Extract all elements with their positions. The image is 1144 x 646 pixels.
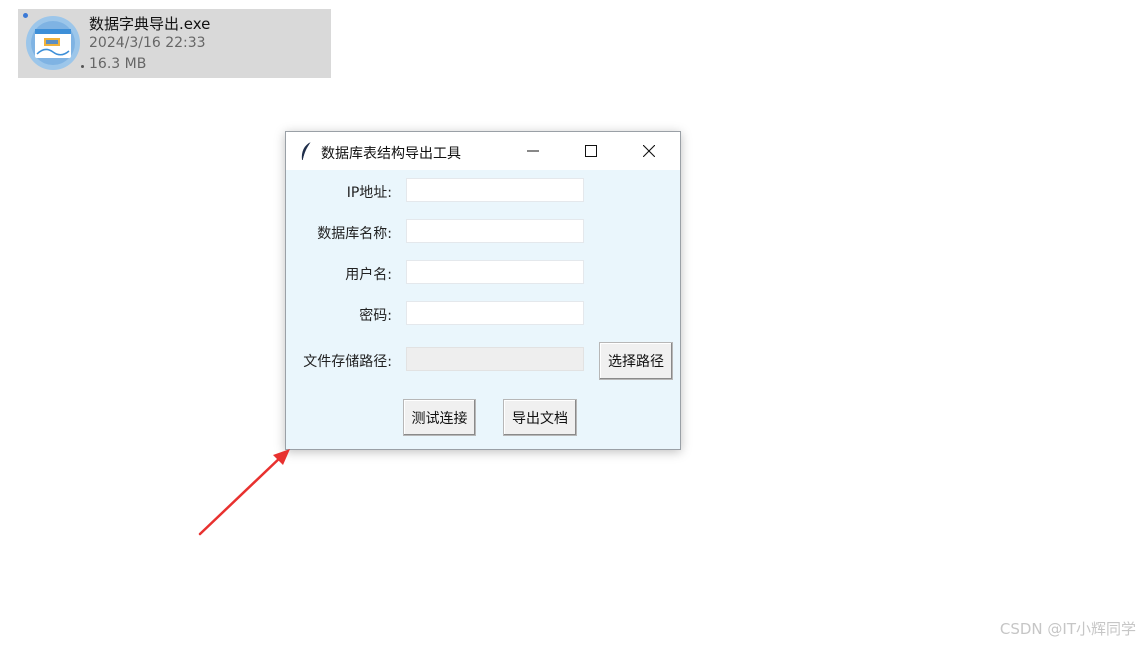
export-document-button[interactable]: 导出文档 xyxy=(503,399,577,436)
username-label: 用户名: xyxy=(345,267,392,283)
title-bar[interactable]: 数据库表结构导出工具 xyxy=(286,132,680,170)
database-name-input[interactable] xyxy=(406,219,584,243)
test-connection-button[interactable]: 测试连接 xyxy=(403,399,476,436)
minimize-button[interactable] xyxy=(504,132,562,170)
close-icon xyxy=(643,145,655,157)
bullet-dot xyxy=(81,65,84,68)
file-size: 16.3 MB xyxy=(89,56,147,72)
ip-label: IP地址: xyxy=(346,185,392,201)
file-date: 2024/3/16 22:33 xyxy=(89,35,206,51)
password-label: 密码: xyxy=(359,308,392,324)
database-name-label: 数据库名称: xyxy=(317,226,392,242)
export-tool-window: 数据库表结构导出工具 IP地址: 数据库名称: 用户名: 密码: 文件存储路径:… xyxy=(285,131,681,450)
watermark: CSDN @IT小辉同学 xyxy=(999,620,1136,638)
select-path-button[interactable]: 选择路径 xyxy=(599,342,673,380)
ip-input[interactable] xyxy=(406,178,584,202)
maximize-icon xyxy=(585,145,597,157)
username-input[interactable] xyxy=(406,260,584,284)
file-name: 数据字典导出.exe xyxy=(89,15,211,33)
save-path-input[interactable] xyxy=(406,347,584,371)
window-title: 数据库表结构导出工具 xyxy=(321,146,461,162)
file-item[interactable]: 数据字典导出.exe 2024/3/16 22:33 16.3 MB xyxy=(18,9,331,78)
save-path-label: 文件存储路径: xyxy=(303,354,392,370)
minimize-icon xyxy=(527,150,539,152)
maximize-button[interactable] xyxy=(562,132,620,170)
feather-icon xyxy=(299,141,313,161)
password-input[interactable] xyxy=(406,301,584,325)
exe-file-icon xyxy=(25,14,81,72)
annotation-arrow xyxy=(198,449,290,536)
close-button[interactable] xyxy=(620,132,678,170)
